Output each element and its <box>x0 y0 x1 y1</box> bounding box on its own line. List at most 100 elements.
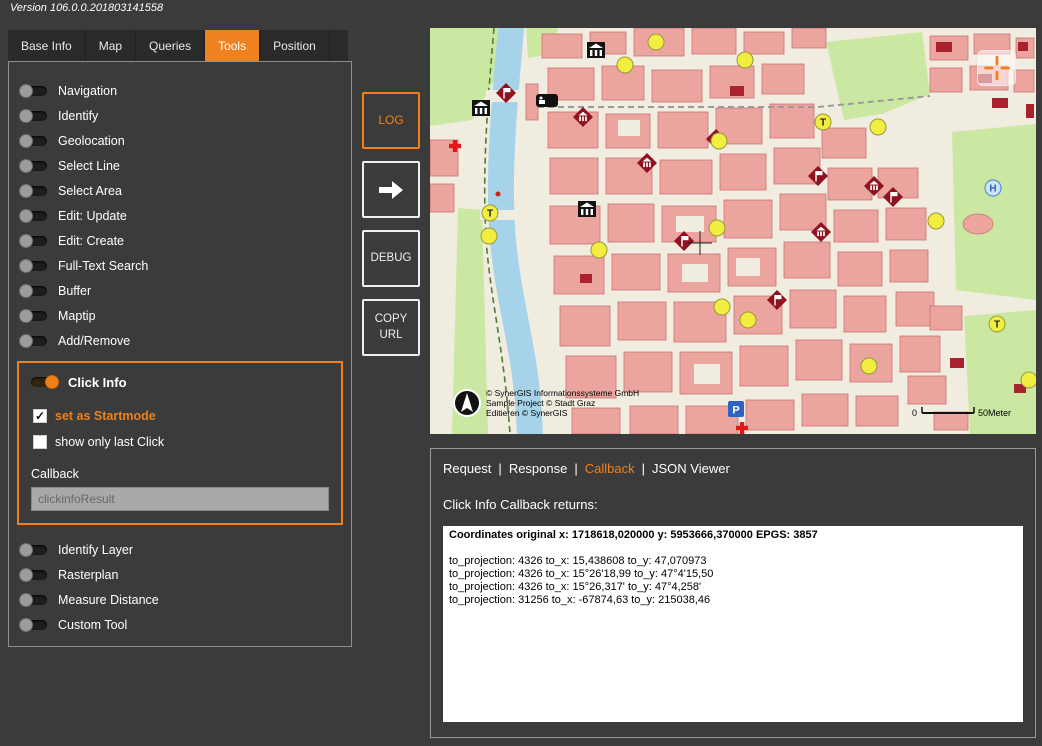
tab-separator <box>635 461 652 476</box>
toggle-switch[interactable] <box>21 186 47 196</box>
svg-text:Sample Project © Stadt Graz: Sample Project © Stadt Graz <box>486 398 595 408</box>
hotel-icon <box>536 94 558 107</box>
checkbox-unchecked-icon[interactable] <box>33 435 47 449</box>
callback-output-box[interactable]: Coordinates original x: 1718618,020000 y… <box>443 526 1023 722</box>
hospital-icon: H <box>985 180 1001 196</box>
tab-separator <box>567 461 584 476</box>
click-info-group: Click Info set as Startmode show only la… <box>17 361 343 525</box>
tool-label: Navigation <box>58 84 117 98</box>
toggle-switch[interactable] <box>21 570 47 580</box>
toggle-switch[interactable] <box>21 161 47 171</box>
main-tabbar: Base Info Map Queries Tools Position <box>8 30 348 61</box>
tool-label: Maptip <box>58 309 96 323</box>
output-line: to_projection: 4326 to_x: 15°26,317' to_… <box>449 581 1017 594</box>
tab-base-info[interactable]: Base Info <box>8 30 86 61</box>
pan-tool-button[interactable] <box>977 50 1016 86</box>
toggle-knob <box>19 234 33 248</box>
toggle-switch[interactable] <box>21 236 47 246</box>
tool-row-identify-layer[interactable]: Identify Layer <box>9 537 351 562</box>
tool-row-select-area[interactable]: Select Area <box>9 178 351 203</box>
tab-queries[interactable]: Queries <box>136 30 205 61</box>
tool-label: Buffer <box>58 284 91 298</box>
toggle-switch-on[interactable] <box>31 377 57 387</box>
tab-map[interactable]: Map <box>86 30 136 61</box>
tool-row-buffer[interactable]: Buffer <box>9 278 351 303</box>
tool-row-edit-update[interactable]: Edit: Update <box>9 203 351 228</box>
tool-row-navigation[interactable]: Navigation <box>9 78 351 103</box>
output-line: Coordinates original x: 1718618,020000 y… <box>449 529 1017 542</box>
checkbox-checked-icon[interactable] <box>33 409 47 423</box>
svg-text:P: P <box>732 405 739 417</box>
toggle-knob <box>19 309 33 323</box>
toggle-switch[interactable] <box>21 86 47 96</box>
toggle-switch[interactable] <box>21 111 47 121</box>
startmode-checkbox-row[interactable]: set as Startmode <box>31 407 329 425</box>
toggle-switch[interactable] <box>21 261 47 271</box>
toggle-knob <box>19 209 33 223</box>
copy-url-button[interactable]: COPY URL <box>362 299 420 356</box>
compass-icon <box>454 390 480 416</box>
svg-text:50Meter: 50Meter <box>978 408 1011 418</box>
toggle-switch[interactable] <box>21 136 47 146</box>
tool-row-geolocation[interactable]: Geolocation <box>9 128 351 153</box>
tool-label: Identify <box>58 109 98 123</box>
toggle-switch[interactable] <box>21 286 47 296</box>
startmode-label: set as Startmode <box>55 409 156 423</box>
tool-row-identify[interactable]: Identify <box>9 103 351 128</box>
tool-label: Custom Tool <box>58 618 127 632</box>
callback-input[interactable] <box>31 487 329 511</box>
pan-crosshair-icon <box>982 54 1012 82</box>
output-line: to_projection: 4326 to_x: 15,438608 to_y… <box>449 555 1017 568</box>
toggle-switch[interactable] <box>21 620 47 630</box>
output-tab-request[interactable]: Request <box>443 461 491 476</box>
tool-row-add-remove[interactable]: Add/Remove <box>9 328 351 353</box>
parking-icon: P <box>728 401 744 417</box>
toggle-knob <box>19 568 33 582</box>
tool-row-select-line[interactable]: Select Line <box>9 153 351 178</box>
tool-label: Add/Remove <box>58 334 130 348</box>
debug-button[interactable]: DEBUG <box>362 230 420 287</box>
toggle-switch[interactable] <box>21 211 47 221</box>
output-tab-callback[interactable]: Callback <box>585 461 635 476</box>
toggle-switch[interactable] <box>21 595 47 605</box>
tool-row-edit-create[interactable]: Edit: Create <box>9 228 351 253</box>
map-view[interactable]: T T T H P © S <box>430 28 1036 434</box>
callback-label: Callback <box>31 467 329 481</box>
output-line: to_projection: 4326 to_x: 15°26'18,99 to… <box>449 568 1017 581</box>
tool-label: Select Line <box>58 159 120 173</box>
toggle-knob <box>19 84 33 98</box>
toggle-knob <box>19 334 33 348</box>
arrow-right-icon <box>376 176 406 204</box>
tool-row-click-info[interactable]: Click Info <box>31 371 329 393</box>
tool-row-rasterplan[interactable]: Rasterplan <box>9 562 351 587</box>
toggle-knob <box>19 593 33 607</box>
last-click-checkbox-row[interactable]: show only last Click <box>31 433 329 451</box>
tool-label: Edit: Update <box>58 209 127 223</box>
toggle-knob <box>45 375 59 389</box>
output-line: to_projection: 31256 to_x: -67874,63 to_… <box>449 594 1017 607</box>
toggle-knob <box>19 618 33 632</box>
tool-row-measure-distance[interactable]: Measure Distance <box>9 587 351 612</box>
toggle-knob <box>19 543 33 557</box>
log-button[interactable]: LOG <box>362 92 420 149</box>
tool-row-maptip[interactable]: Maptip <box>9 303 351 328</box>
tool-row-full-text-search[interactable]: Full-Text Search <box>9 253 351 278</box>
tab-tools[interactable]: Tools <box>205 30 260 61</box>
svg-text:T: T <box>820 118 826 129</box>
tab-separator <box>491 461 508 476</box>
toggle-switch[interactable] <box>21 311 47 321</box>
output-tab-response[interactable]: Response <box>509 461 568 476</box>
tool-row-custom-tool[interactable]: Custom Tool <box>9 612 351 637</box>
svg-text:T: T <box>994 320 1000 331</box>
tool-label: Geolocation <box>58 134 125 148</box>
run-arrow-button[interactable] <box>362 161 420 218</box>
tool-label: Edit: Create <box>58 234 124 248</box>
toggle-switch[interactable] <box>21 545 47 555</box>
output-heading: Click Info Callback returns: <box>443 497 1023 512</box>
output-tab-json-viewer[interactable]: JSON Viewer <box>652 461 730 476</box>
toggle-switch[interactable] <box>21 336 47 346</box>
toggle-knob <box>19 109 33 123</box>
toggle-knob <box>19 284 33 298</box>
tab-position[interactable]: Position <box>260 30 330 61</box>
map-point-marker <box>496 192 501 197</box>
